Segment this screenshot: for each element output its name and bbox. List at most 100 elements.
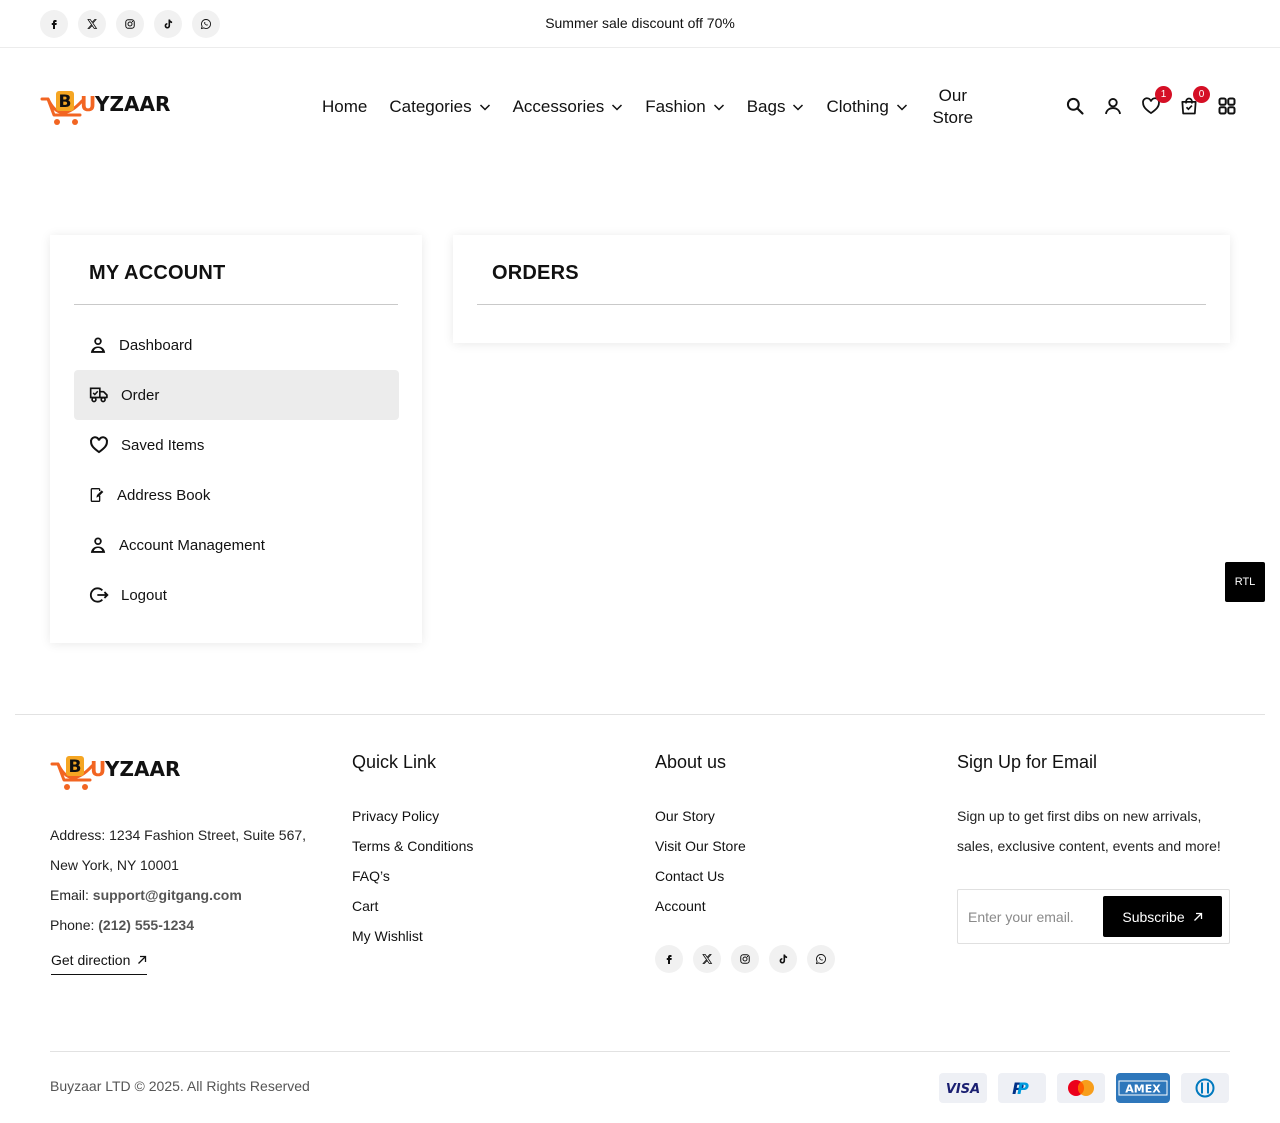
- diners-club-icon: [1181, 1073, 1229, 1103]
- cart-icon[interactable]: 0: [1178, 86, 1210, 117]
- newsletter-form: Subscribe: [957, 889, 1230, 944]
- grid-menu-icon[interactable]: [1216, 95, 1238, 117]
- nav-categories-label: Categories: [389, 97, 472, 116]
- copyright-text: Buyzaar LTD © 2025. All Rights Reserved: [50, 1078, 310, 1094]
- menu-item-saved-items[interactable]: Saved Items: [74, 420, 399, 470]
- link-my-wishlist[interactable]: My Wishlist: [352, 921, 612, 951]
- top-bar: Summer sale discount off 70%: [0, 0, 1280, 48]
- menu-item-logout[interactable]: Logout: [74, 570, 399, 620]
- orders-panel: ORDERS: [453, 235, 1230, 343]
- link-privacy-policy[interactable]: Privacy Policy: [352, 801, 612, 831]
- menu-item-label: Order: [121, 386, 160, 404]
- wishlist-count-badge: 1: [1155, 86, 1172, 103]
- link-visit-store[interactable]: Visit Our Store: [655, 831, 915, 861]
- chevron-down-icon: [713, 104, 724, 111]
- nav-our-store[interactable]: Our Store: [932, 85, 974, 129]
- footer-logo[interactable]: B U YZAAR: [50, 752, 182, 792]
- footer-bottom-divider: [50, 1051, 1230, 1052]
- footer-about-us: About us Our Story Visit Our Store Conta…: [655, 752, 915, 973]
- user-icon: [90, 537, 106, 553]
- chevron-down-icon: [793, 104, 804, 111]
- instagram-icon[interactable]: [731, 945, 759, 973]
- menu-item-label: Account Management: [119, 536, 265, 554]
- signup-title: Sign Up for Email: [957, 752, 1098, 772]
- orders-title: ORDERS: [492, 262, 579, 284]
- footer-contact-column: B U YZAAR Address: 1234 Fashion Street, …: [50, 752, 330, 975]
- account-sidebar: MY ACCOUNT Dashboard Order Saved Items A…: [50, 235, 422, 643]
- x-twitter-icon[interactable]: [693, 945, 721, 973]
- footer-quick-links: Quick Link Privacy Policy Terms & Condit…: [352, 752, 612, 951]
- subscribe-button[interactable]: Subscribe: [1103, 896, 1222, 937]
- chevron-down-icon: [479, 104, 490, 111]
- about-title: About us: [655, 752, 727, 772]
- svg-text:B: B: [69, 757, 82, 777]
- logout-icon: [89, 587, 109, 603]
- footer-phone: Phone: (212) 555-1234: [50, 910, 330, 940]
- get-direction-link[interactable]: Get direction: [51, 952, 148, 975]
- chevron-down-icon: [896, 104, 907, 111]
- menu-item-address-book[interactable]: Address Book: [74, 470, 399, 520]
- nav-bags[interactable]: Bags: [747, 85, 805, 129]
- svg-text:AMEX: AMEX: [1125, 1083, 1161, 1096]
- footer-signup: Sign Up for Email Sign up to get first d…: [957, 752, 1230, 944]
- payment-methods: VISA PP AMEX: [939, 1073, 1229, 1103]
- link-faqs[interactable]: FAQ’s: [352, 861, 612, 891]
- arrow-up-right-icon: [138, 955, 147, 964]
- search-icon[interactable]: [1064, 95, 1086, 117]
- footer-email: Email: support@gitgang.com: [50, 880, 330, 910]
- nav-categories[interactable]: Categories: [389, 85, 490, 129]
- facebook-icon[interactable]: [655, 945, 683, 973]
- menu-item-dashboard[interactable]: Dashboard: [74, 320, 399, 370]
- whatsapp-icon[interactable]: [807, 945, 835, 973]
- nav-accessories[interactable]: Accessories: [513, 85, 624, 129]
- wishlist-icon[interactable]: 1: [1140, 86, 1172, 117]
- svg-text:B: B: [59, 92, 72, 112]
- menu-item-label: Logout: [121, 586, 167, 604]
- arrow-up-right-icon: [1193, 912, 1202, 921]
- newsletter-email-input[interactable]: [968, 902, 1098, 932]
- svg-text:VISA: VISA: [946, 1082, 980, 1097]
- nav-bags-label: Bags: [746, 97, 786, 116]
- link-terms[interactable]: Terms & Conditions: [352, 831, 612, 861]
- phone-label: Phone:: [50, 917, 95, 933]
- footer-divider: [15, 714, 1265, 715]
- link-account[interactable]: Account: [655, 891, 915, 921]
- nav-home[interactable]: Home: [322, 85, 367, 129]
- tiktok-icon[interactable]: [769, 945, 797, 973]
- rtl-toggle-button[interactable]: RTL: [1225, 562, 1265, 602]
- menu-item-order[interactable]: Order: [74, 370, 399, 420]
- amex-icon: AMEX: [1116, 1073, 1170, 1103]
- heart-icon: [90, 436, 108, 454]
- edit-note-icon: [90, 488, 104, 502]
- nav-fashion-label: Fashion: [645, 97, 706, 116]
- header-actions: 1 0: [1064, 86, 1238, 117]
- divider: [74, 304, 398, 305]
- nav-fashion[interactable]: Fashion: [645, 85, 724, 129]
- footer-social-links: [655, 945, 915, 973]
- link-cart[interactable]: Cart: [352, 891, 612, 921]
- menu-item-account-management[interactable]: Account Management: [74, 520, 399, 570]
- account-menu: Dashboard Order Saved Items Address Book…: [74, 320, 399, 620]
- nav-home-label: Home: [322, 97, 368, 116]
- brand-logo[interactable]: B U YZAAR: [40, 87, 172, 127]
- user-icon: [90, 337, 106, 353]
- nav-accessories-label: Accessories: [512, 97, 605, 116]
- svg-text:YZAAR: YZAAR: [94, 92, 170, 116]
- site-header: B U YZAAR Home Categories Accessories Fa…: [0, 49, 1280, 164]
- nav-store-line1: Our: [938, 86, 967, 105]
- divider: [477, 304, 1206, 305]
- menu-item-label: Saved Items: [121, 436, 205, 454]
- phone-link[interactable]: (212) 555-1234: [98, 917, 194, 933]
- nav-clothing[interactable]: Clothing: [826, 85, 907, 129]
- cart-count-badge: 0: [1193, 86, 1210, 103]
- nav-store-line2: Store: [932, 108, 974, 127]
- nav-clothing-label: Clothing: [826, 97, 889, 116]
- delivery-truck-icon: [89, 387, 108, 403]
- svg-text:YZAAR: YZAAR: [104, 757, 180, 781]
- email-link[interactable]: support@gitgang.com: [93, 887, 242, 903]
- account-icon[interactable]: [1102, 95, 1124, 117]
- link-contact-us[interactable]: Contact Us: [655, 861, 915, 891]
- account-title: MY ACCOUNT: [89, 262, 226, 284]
- paypal-icon: PP: [998, 1073, 1046, 1103]
- link-our-story[interactable]: Our Story: [655, 801, 915, 831]
